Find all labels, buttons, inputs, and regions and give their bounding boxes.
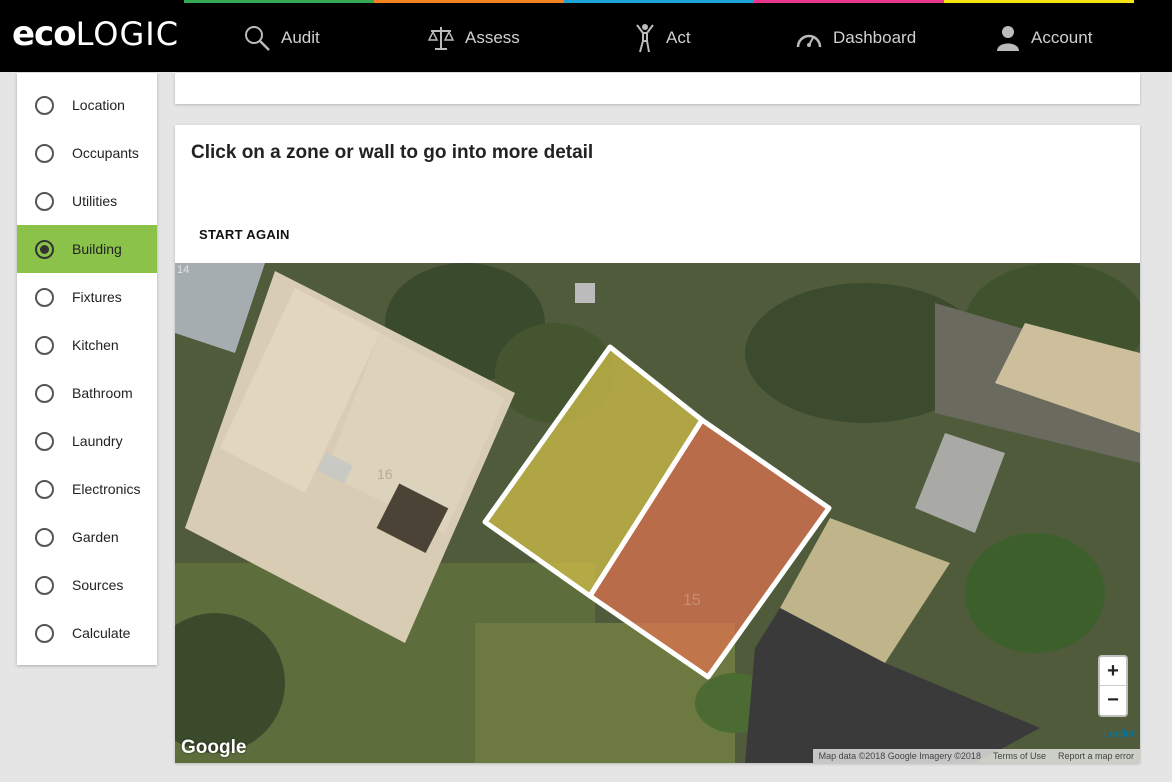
- stripe-pink: [754, 0, 944, 3]
- nav-audit-label: Audit: [281, 28, 320, 47]
- leaflet-link[interactable]: Leaflet: [1104, 729, 1134, 740]
- zoom-out-button[interactable]: −: [1100, 686, 1126, 715]
- ecologic-logo[interactable]: eco LOGIC: [12, 14, 179, 54]
- aerial-imagery: 14 16 15: [175, 263, 1140, 763]
- nav-account-label: Account: [1031, 28, 1093, 47]
- card-title: Click on a zone or wall to go into more …: [191, 142, 594, 163]
- sidebar-item-location[interactable]: Location: [17, 73, 157, 129]
- stripe-yellow: [944, 0, 1134, 3]
- sidebar-item-label: Kitchen: [72, 337, 119, 353]
- sidebar-item-label: Electronics: [72, 481, 141, 497]
- stripe-orange: [374, 0, 564, 3]
- radio-button[interactable]: [35, 527, 54, 547]
- radio-button[interactable]: [35, 623, 54, 643]
- previous-card: [175, 73, 1140, 104]
- sidebar-item-sources[interactable]: Sources: [17, 561, 157, 609]
- sidebar-item-calculate[interactable]: Calculate: [17, 609, 157, 657]
- nav-assess[interactable]: Assess: [427, 22, 520, 54]
- radio-button[interactable]: [35, 287, 54, 307]
- sidebar-item-label: Sources: [72, 577, 124, 593]
- scales-icon: [427, 27, 455, 50]
- sidebar-item-label: Fixtures: [72, 289, 122, 305]
- sidebar-item-label: Bathroom: [72, 385, 133, 401]
- zoom-control: + −: [1098, 655, 1128, 717]
- radio-button-selected[interactable]: [35, 239, 54, 259]
- sidebar-item-label: Laundry: [72, 433, 123, 449]
- nav-act-label: Act: [666, 28, 691, 47]
- label-house-14: 14: [177, 264, 189, 276]
- radio-button[interactable]: [35, 479, 54, 499]
- logo-eco: eco: [12, 14, 77, 54]
- radio-button[interactable]: [35, 335, 54, 355]
- nav-act[interactable]: Act: [634, 22, 691, 54]
- person-cheer-icon: [636, 24, 654, 53]
- sidebar-item-building[interactable]: Building: [17, 225, 157, 273]
- logo-logic: LOGIC: [75, 15, 180, 53]
- radio-button[interactable]: [35, 431, 54, 451]
- label-house-16: 16: [377, 466, 393, 482]
- stripe-blue: [564, 0, 754, 3]
- map-data-credit: Map data ©2018 Google Imagery ©2018: [818, 751, 981, 761]
- top-nav-bar: eco LOGIC Audit Assess Act Dashboard Acco…: [0, 0, 1172, 72]
- sidebar-item-utilities[interactable]: Utilities: [17, 177, 157, 225]
- radio-button[interactable]: [35, 143, 54, 163]
- label-house-15: 15: [683, 592, 701, 609]
- radio-button[interactable]: [35, 95, 54, 115]
- sidebar-item-bathroom[interactable]: Bathroom: [17, 369, 157, 417]
- satellite-map[interactable]: 14 16 15 Google + − Leaflet Map data ©20…: [175, 263, 1140, 763]
- sidebar-item-fixtures[interactable]: Fixtures: [17, 273, 157, 321]
- start-again-button[interactable]: START AGAIN: [189, 223, 300, 246]
- nav-account[interactable]: Account: [995, 22, 1092, 54]
- user-icon: [997, 26, 1019, 51]
- nav-dashboard-label: Dashboard: [833, 28, 917, 47]
- color-stripe: [184, 0, 1134, 3]
- sidebar: Location Occupants Utilities Building Fi…: [17, 73, 157, 665]
- sidebar-item-occupants[interactable]: Occupants: [17, 129, 157, 177]
- radio-button[interactable]: [35, 383, 54, 403]
- sidebar-item-label: Garden: [72, 529, 119, 545]
- nav-assess-label: Assess: [465, 28, 520, 47]
- sidebar-item-label: Utilities: [72, 193, 118, 209]
- gauge-icon: [796, 34, 822, 48]
- report-map-error-link[interactable]: Report a map error: [1058, 751, 1134, 761]
- nav-dashboard[interactable]: Dashboard: [795, 22, 916, 54]
- sidebar-item-laundry[interactable]: Laundry: [17, 417, 157, 465]
- zone-card: Click on a zone or wall to go into more …: [175, 125, 1140, 763]
- sidebar-item-kitchen[interactable]: Kitchen: [17, 321, 157, 369]
- sidebar-item-label: Location: [72, 97, 125, 113]
- sidebar-item-electronics[interactable]: Electronics: [17, 465, 157, 513]
- sidebar-item-label: Building: [72, 241, 122, 257]
- sidebar-item-label: Calculate: [72, 625, 131, 641]
- search-icon: [245, 26, 270, 51]
- terms-of-use-link[interactable]: Terms of Use: [993, 751, 1046, 761]
- radio-button[interactable]: [35, 191, 54, 211]
- map-attribution: Map data ©2018 Google Imagery ©2018 Term…: [812, 749, 1140, 763]
- stripe-green: [184, 0, 374, 3]
- zoom-in-button[interactable]: +: [1100, 657, 1126, 686]
- google-logo: Google: [181, 737, 247, 758]
- sidebar-item-garden[interactable]: Garden: [17, 513, 157, 561]
- sidebar-item-label: Occupants: [72, 145, 139, 161]
- radio-button[interactable]: [35, 575, 54, 595]
- nav-audit[interactable]: Audit: [243, 22, 320, 54]
